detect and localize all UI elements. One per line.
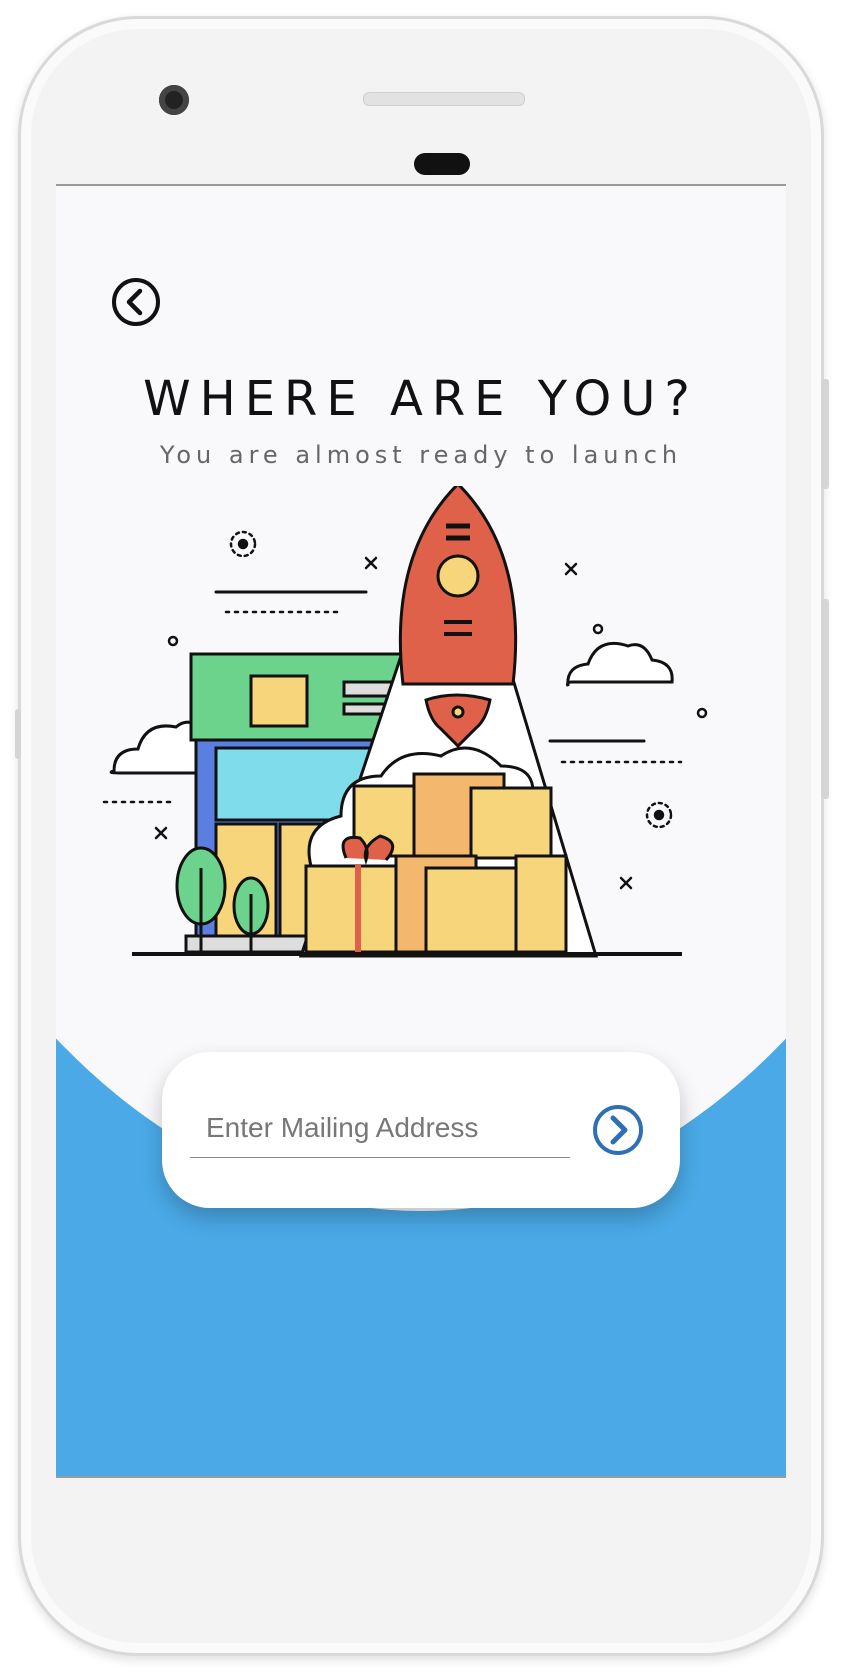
left-side-button — [15, 709, 21, 759]
volume-button — [821, 379, 829, 489]
mailing-address-input[interactable] — [190, 1098, 570, 1158]
app-screen: WHERE ARE YOU? You are almost ready to l… — [56, 184, 786, 1478]
back-button[interactable] — [110, 276, 162, 328]
earpiece-speaker — [363, 92, 525, 106]
proximity-sensor — [414, 153, 470, 175]
page-title: WHERE ARE YOU? — [143, 371, 699, 427]
front-camera — [159, 85, 189, 115]
rocket-launch-packages-illustration — [102, 486, 708, 958]
page-subtitle: You are almost ready to launch — [159, 441, 683, 469]
chevron-left-circle-icon — [112, 278, 160, 326]
submit-address-button[interactable] — [590, 1102, 646, 1158]
address-card — [162, 1052, 680, 1208]
chevron-right-circle-icon — [593, 1105, 643, 1155]
power-button — [821, 599, 829, 799]
